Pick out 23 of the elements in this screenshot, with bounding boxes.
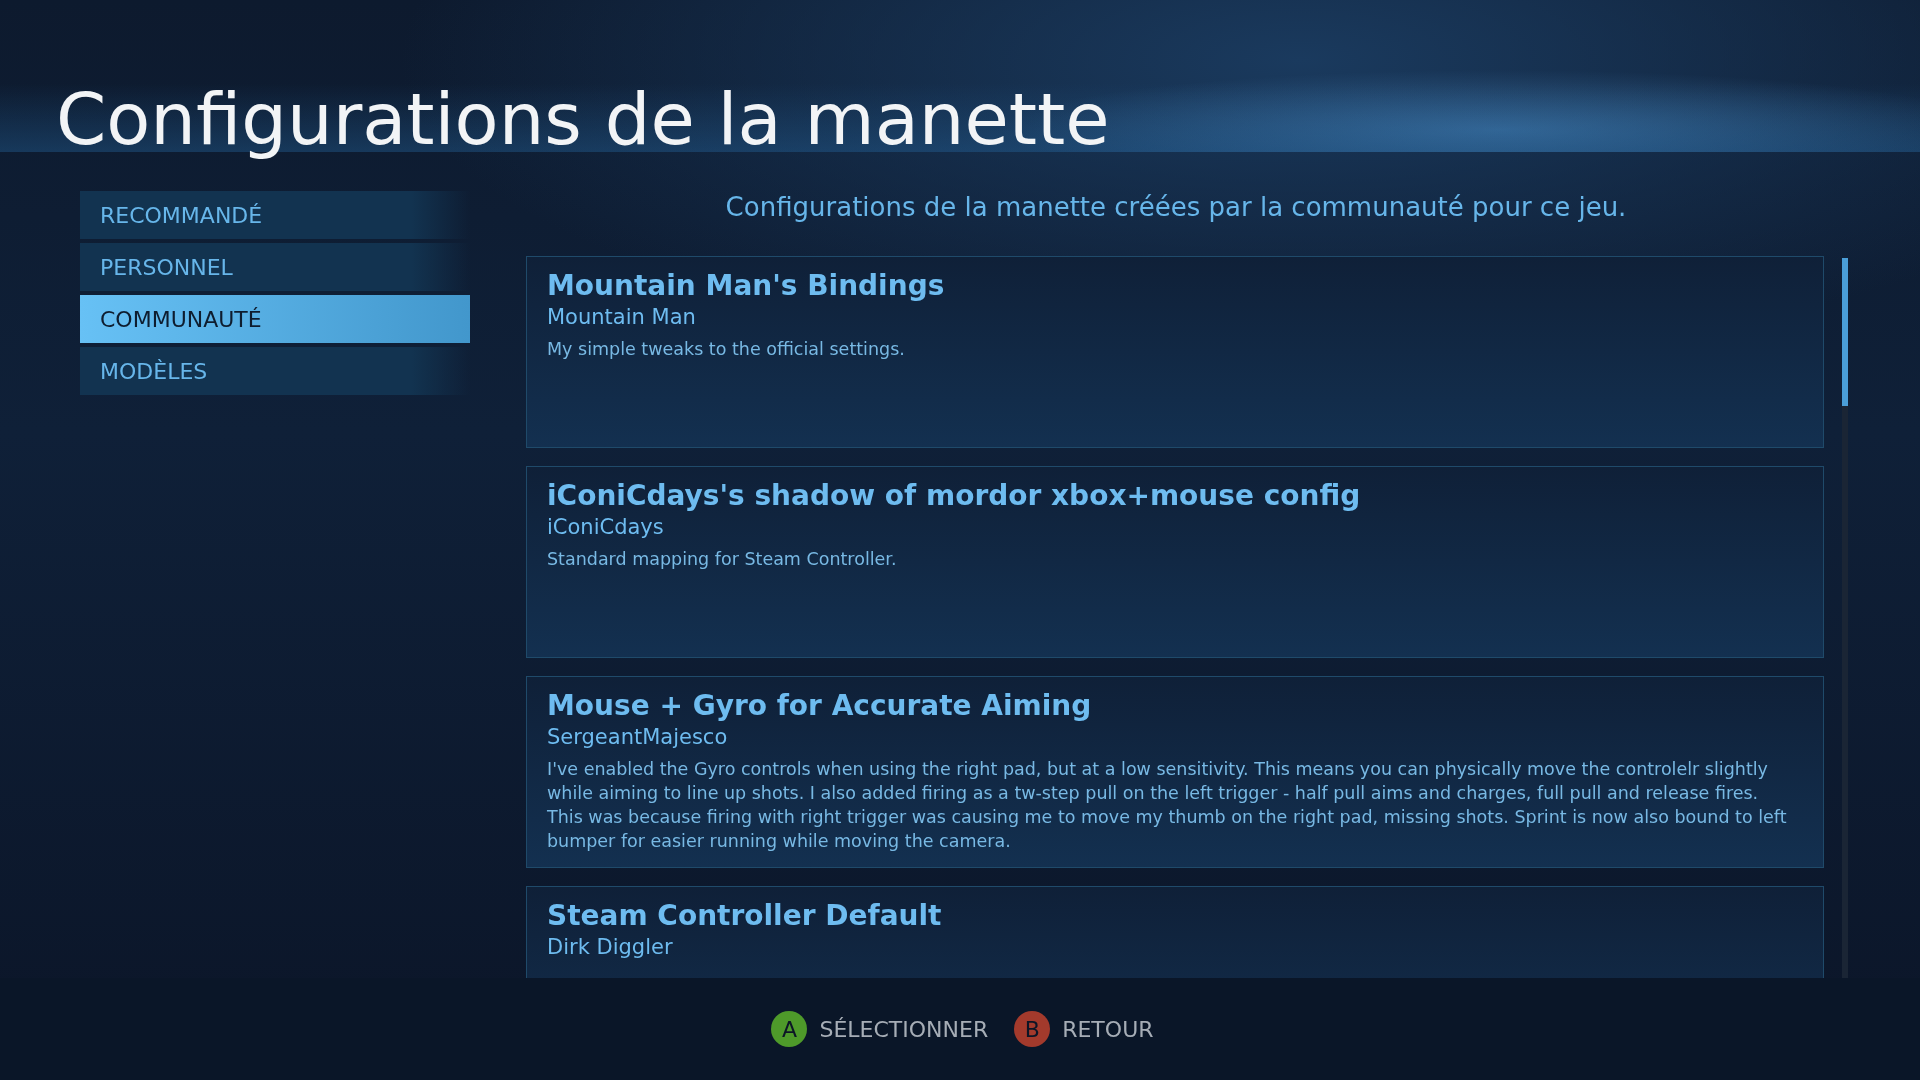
controller-button-icon: A [771,1011,808,1047]
config-title: Steam Controller Default [547,899,943,933]
config-author: SergeantMajesco [547,724,729,751]
config-title: Mountain Man's Bindings [547,269,946,303]
config-author: Mountain Man [547,304,697,331]
config-card[interactable]: Mountain Man's Bindings Mountain Man My simple tweaks to the official settings. [526,256,1824,448]
page-title: Configurations de la manette [56,76,1110,163]
hint-label: RETOUR [1062,1016,1154,1042]
hint-label: SÉLECTIONNER [819,1016,989,1042]
config-card[interactable] [526,676,1824,868]
config-author: Dirk Diggler [547,934,674,961]
config-title: iConiCdays's shadow of mordor xbox+mouse config [547,479,1362,513]
config-card[interactable]: Steam Controller Default Dirk Diggler [526,886,1824,978]
config-description: My simple tweaks to the official settings. [547,338,906,361]
section-description: Configurations de la manette créées par la communauté pour ce jeu. [724,191,1628,224]
config-title: Mouse + Gyro for Accurate Aiming [547,689,1093,723]
controller-button-icon: B [1014,1011,1051,1047]
scrollbar[interactable] [1842,258,1848,978]
sidebar-tab[interactable]: COMMUNAUTÉ [80,295,470,343]
config-description: I've enabled the Gyro controls when using the right pad, but at a low sensitivity. This means you can physically move the controlelr slightly while aiming to line up shots. I also added firing as a tw-step pull on the left trigger - half pull aims and charges, full pull and release fires. This was because firing with right trigger was causing me to move my thumb on the right pad, missing shots. Sprint is now also bound to left bumper for easier running while moving the camera. [547,758,1788,853]
config-description: Standard mapping for Steam Controller. [547,548,898,571]
config-author: iConiCdays [547,514,665,541]
config-card[interactable]: iConiCdays's shadow of mordor xbox+mouse config iConiCdays Standard mapping for Steam Controller. [526,466,1824,658]
